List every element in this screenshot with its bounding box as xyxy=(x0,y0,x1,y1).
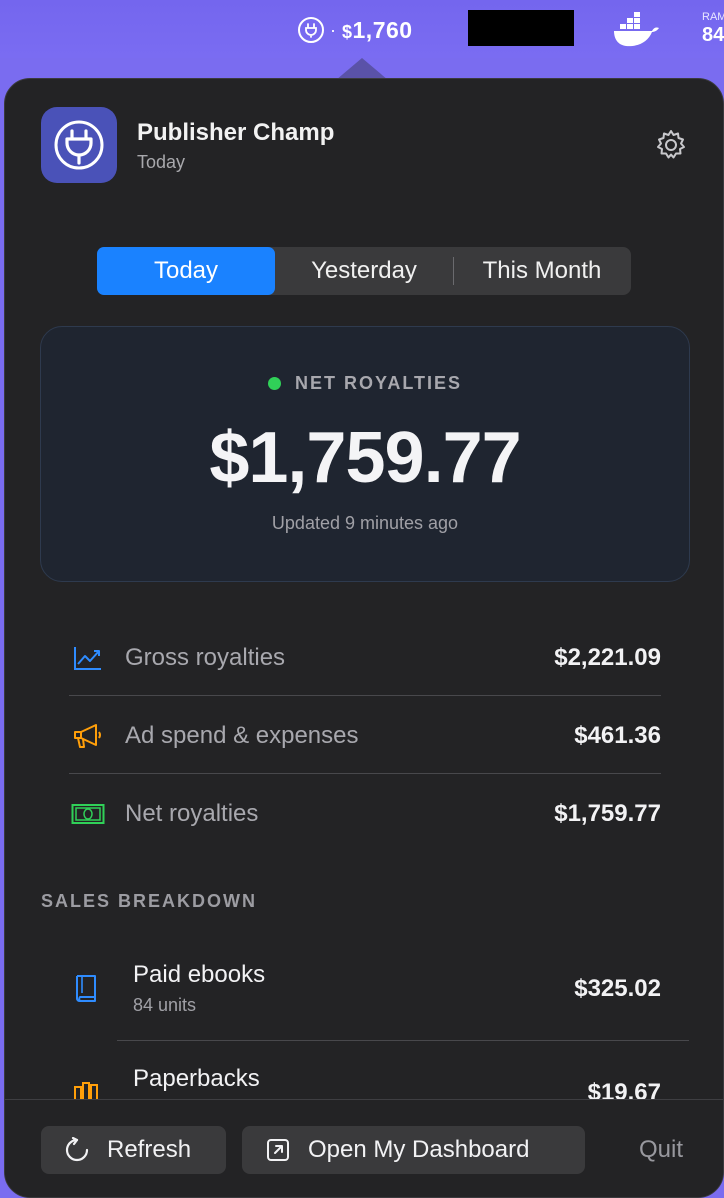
plug-icon xyxy=(54,120,104,170)
header: Publisher Champ Today xyxy=(41,107,691,187)
metric-value: $461.36 xyxy=(574,722,661,749)
status-dot xyxy=(267,377,281,390)
megaphone-icon xyxy=(71,719,105,753)
tab-yesterday[interactable]: Yesterday xyxy=(275,247,453,295)
quit-button[interactable]: Quit xyxy=(639,1136,683,1164)
banknote-icon xyxy=(71,797,105,831)
period-segmented-control: Today Yesterday This Month xyxy=(97,247,631,295)
divider xyxy=(117,1040,689,1041)
plug-icon xyxy=(298,17,324,43)
app-subtitle: Today xyxy=(137,152,186,172)
metric-gross-royalties: Gross royalties $2,221.09 xyxy=(69,619,661,697)
redacted-menubar-item xyxy=(468,10,574,46)
ram-monitor[interactable]: RAM 84 xyxy=(702,10,724,50)
metric-label: Net royalties xyxy=(125,800,259,827)
metric-net-royalties: Net royalties $1,759.77 xyxy=(69,775,661,853)
app-logo xyxy=(41,107,117,183)
divider xyxy=(69,695,661,696)
metric-value: $2,221.09 xyxy=(554,644,661,671)
list-item-paid-ebooks: Paid ebooks 84 units $325.02 xyxy=(69,947,661,1031)
net-royalties-card: NET ROYALTIES $1,759.77 Updated 9 minute… xyxy=(40,326,690,582)
menubar-app-status-item[interactable]: · $1,760 xyxy=(298,14,413,46)
metric-label: Ad spend & expenses xyxy=(125,722,359,749)
docker-icon[interactable] xyxy=(612,12,660,48)
footer-toolbar: Refresh Open My Dashboard Quit xyxy=(5,1099,723,1197)
sales-breakdown-title: SALES BREAKDOWN xyxy=(41,891,258,911)
gear-icon[interactable] xyxy=(653,127,689,163)
metric-value: $1,759.77 xyxy=(554,800,661,827)
menu-bar: · $1,760 RAM 84 xyxy=(0,0,724,58)
open-dashboard-label: Open My Dashboard xyxy=(308,1136,530,1163)
ram-label: RAM xyxy=(702,11,724,23)
sale-name: Paperbacks xyxy=(133,1065,260,1092)
sale-name: Paid ebooks xyxy=(133,961,266,988)
external-link-icon xyxy=(264,1136,292,1164)
popover-arrow xyxy=(336,58,388,80)
book-icon xyxy=(73,973,107,1007)
divider xyxy=(69,773,661,774)
metric-label: Gross royalties xyxy=(125,644,286,671)
last-updated-text: Updated 9 minutes ago xyxy=(271,513,459,533)
tab-this-month[interactable]: This Month xyxy=(454,247,630,295)
menubar-amount: $1,760 xyxy=(342,16,413,43)
chart-line-icon xyxy=(71,641,105,675)
popover-panel: Publisher Champ Today Today Yesterday Th… xyxy=(4,78,724,1198)
net-royalties-value: $1,759.77 xyxy=(209,418,521,498)
app-title: Publisher Champ xyxy=(137,119,335,146)
refresh-label: Refresh xyxy=(107,1136,192,1163)
sale-value: $325.02 xyxy=(574,975,661,1002)
refresh-button[interactable]: Refresh xyxy=(41,1126,226,1174)
net-royalties-label: NET ROYALTIES xyxy=(41,373,689,394)
open-dashboard-button[interactable]: Open My Dashboard xyxy=(242,1126,585,1174)
refresh-icon xyxy=(63,1136,91,1164)
sale-units: 84 units xyxy=(133,995,197,1015)
tab-today[interactable]: Today xyxy=(97,247,275,295)
ram-value: 84 xyxy=(702,24,724,46)
menubar-separator-dot: · xyxy=(330,19,336,40)
metric-ad-spend: Ad spend & expenses $461.36 xyxy=(69,697,661,775)
